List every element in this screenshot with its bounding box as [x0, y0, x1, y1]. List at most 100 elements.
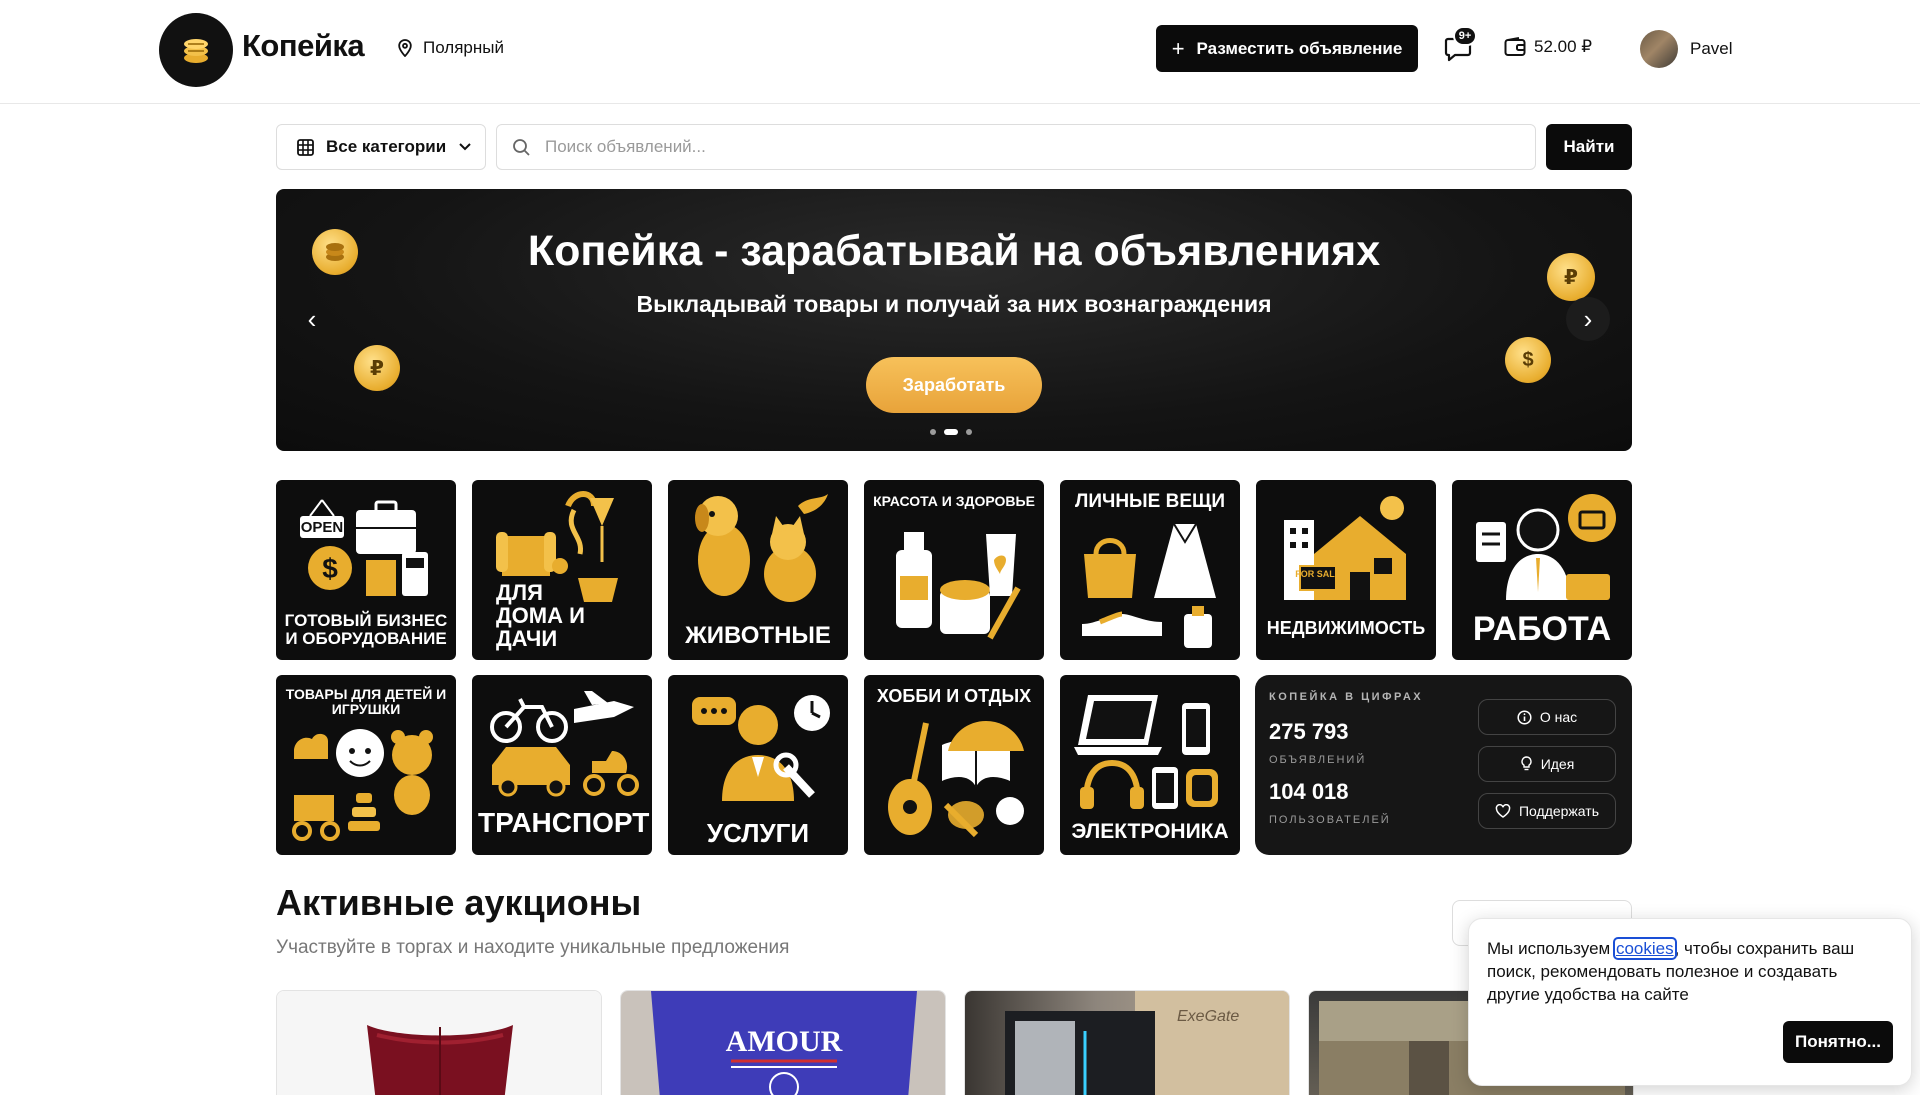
corset-image — [367, 1025, 513, 1095]
auction-image — [277, 991, 601, 1095]
about-label: О нас — [1539, 709, 1578, 725]
services-icon — [692, 695, 830, 801]
personal-items-icon — [1082, 523, 1216, 648]
plus-icon: + — [1171, 35, 1185, 61]
cookie-text-before: Мы используем — [1487, 939, 1615, 958]
category-work[interactable]: РАБОТА — [1452, 480, 1632, 660]
category-electronics[interactable]: ЭЛЕКТРОНИКА — [1060, 675, 1240, 855]
user-menu[interactable]: Pavel — [1640, 30, 1733, 68]
chevron-down-icon — [459, 143, 471, 151]
slide-dot[interactable] — [966, 429, 972, 435]
listings-count: 275 793 — [1269, 719, 1349, 744]
category-animals[interactable]: ЖИВОТНЫЕ — [668, 480, 848, 660]
categories-dropdown[interactable]: Все категории — [276, 124, 486, 170]
category-kids[interactable]: ТОВАРЫ ДЛЯ ДЕТЕЙ И ИГРУШКИ — [276, 675, 456, 855]
cookies-link[interactable]: cookies — [1612, 937, 1677, 960]
auction-card[interactable]: AMOUR — [620, 990, 946, 1095]
animals-icon — [695, 494, 828, 602]
wallet-balance[interactable]: 52.00 ₽ — [1504, 37, 1592, 57]
auctions-title: Активные аукционы — [276, 882, 642, 923]
svg-text:ExeGate: ExeGate — [1177, 1008, 1239, 1025]
real-estate-icon: FOR SALE — [1284, 496, 1406, 600]
transport-icon — [490, 691, 639, 797]
hobby-icon — [888, 721, 1024, 838]
post-ad-label: Разместить объявление — [1196, 38, 1403, 58]
category-label: ТОВАРЫ ДЛЯ ДЕТЕЙ И ИГРУШКИ — [285, 686, 447, 717]
electronics-icon — [1074, 695, 1218, 809]
search-input[interactable] — [545, 137, 1505, 157]
pc-case-image: ExeGate — [1005, 991, 1289, 1095]
logo-icon[interactable] — [159, 13, 233, 87]
support-label: Поддержать — [1518, 803, 1599, 819]
category-personal-items[interactable]: ЛИЧНЫЕ ВЕЩИ — [1060, 480, 1240, 660]
grid-icon — [297, 138, 314, 156]
category-label: КРАСОТА И ЗДОРОВЬЕ — [873, 493, 1035, 509]
auction-card[interactable]: ExeGate — [964, 990, 1290, 1095]
category-label: УСЛУГИ — [706, 817, 810, 848]
info-icon — [1517, 709, 1532, 725]
tshirt-image: AMOUR — [651, 991, 917, 1095]
slide-dot-active[interactable] — [944, 429, 958, 435]
category-label: ХОББИ И ОТДЫХ — [876, 686, 1032, 706]
brand-name[interactable]: Копейка — [242, 28, 365, 64]
cookie-notice: Мы используем cookies, чтобы сохранить в… — [1468, 918, 1912, 1086]
category-label: ГОТОВЫЙ БИЗНЕС И ОБОРУДОВАНИЕ — [284, 611, 448, 649]
category-label: ЖИВОТНЫЕ — [685, 621, 831, 649]
categories-label: Все категории — [326, 137, 447, 156]
location-label: Полярный — [423, 38, 504, 57]
post-ad-button[interactable]: + Разместить объявление — [1156, 25, 1418, 72]
idea-button[interactable]: Идея — [1478, 746, 1616, 782]
idea-label: Идея — [1540, 756, 1575, 772]
avatar — [1640, 30, 1678, 68]
stats-panel: КОПЕЙКА В ЦИФРАХ 275 793 ОБЪЯВЛЕНИЙ 104 … — [1255, 675, 1632, 855]
users-label: ПОЛЬЗОВАТЕЛЕЙ — [1269, 814, 1391, 826]
business-icon: OPEN $ — [300, 499, 428, 596]
map-pin-icon — [398, 39, 412, 57]
work-icon — [1476, 494, 1616, 600]
search-field[interactable] — [496, 124, 1536, 170]
beauty-icon — [896, 532, 1021, 640]
wallet-icon — [1504, 37, 1526, 56]
kids-icon — [292, 729, 433, 841]
category-business[interactable]: OPEN $ ГОТОВЫЙ БИЗНЕС И ОБОРУДОВАНИЕ — [276, 480, 456, 660]
auctions-subtitle: Участвуйте в торгах и находите уникальны… — [276, 937, 790, 958]
promo-banner: ₽ ₽ $ ‹ › Копейка - зарабатывай на объяв… — [276, 189, 1632, 451]
category-hobby[interactable]: ХОББИ И ОТДЫХ — [864, 675, 1044, 855]
svg-text:OPEN: OPEN — [301, 519, 344, 536]
lightbulb-icon — [1521, 756, 1532, 771]
banner-title: Копейка - зарабатывай на объявлениях — [527, 227, 1381, 275]
about-button[interactable]: О нас — [1478, 699, 1616, 735]
dollar-coin-icon: $ — [1505, 337, 1551, 383]
users-count: 104 018 — [1269, 779, 1349, 804]
category-transport[interactable]: ТРАНСПОРТ — [472, 675, 652, 855]
category-services[interactable]: УСЛУГИ — [668, 675, 848, 855]
slide-dot[interactable] — [930, 429, 936, 435]
svg-text:AMOUR: AMOUR — [726, 1025, 843, 1058]
category-label: ТРАНСПОРТ — [478, 806, 650, 838]
listings-label: ОБЪЯВЛЕНИЙ — [1269, 754, 1367, 766]
support-button[interactable]: Поддержать — [1478, 793, 1616, 829]
category-label: ЭЛЕКТРОНИКА — [1071, 819, 1229, 843]
cookie-accept-button[interactable]: Понятно... — [1783, 1021, 1893, 1063]
user-name: Pavel — [1690, 39, 1733, 58]
banner-subtitle: Выкладывай товары и получай за них возна… — [636, 291, 1272, 317]
category-label: ДЛЯ ДОМА И ДАЧИ — [496, 579, 585, 651]
messages-badge: 9+ — [1453, 26, 1477, 46]
search-icon — [513, 138, 530, 156]
site-header: Копейка Полярный + Разместить объявление… — [0, 0, 1920, 104]
svg-text:$: $ — [322, 553, 338, 584]
location-selector[interactable]: Полярный — [397, 38, 504, 58]
search-button[interactable]: Найти — [1546, 124, 1632, 170]
auction-image: AMOUR — [621, 991, 945, 1095]
category-label: ЛИЧНЫЕ ВЕЩИ — [1074, 491, 1226, 512]
category-label: НЕДВИЖИМОСТЬ — [1266, 618, 1426, 639]
category-real-estate[interactable]: FOR SALE НЕДВИЖИМОСТЬ — [1256, 480, 1436, 660]
balance-amount: 52.00 ₽ — [1534, 37, 1593, 56]
category-home-garden[interactable]: ДЛЯ ДОМА И ДАЧИ — [472, 480, 652, 660]
slide-indicators — [930, 429, 972, 435]
ruble-coin-icon: ₽ — [354, 345, 400, 391]
category-beauty[interactable]: КРАСОТА И ЗДОРОВЬЕ — [864, 480, 1044, 660]
heart-icon — [1495, 804, 1511, 818]
earn-button[interactable]: Заработать — [866, 357, 1042, 413]
auction-card[interactable] — [276, 990, 602, 1095]
